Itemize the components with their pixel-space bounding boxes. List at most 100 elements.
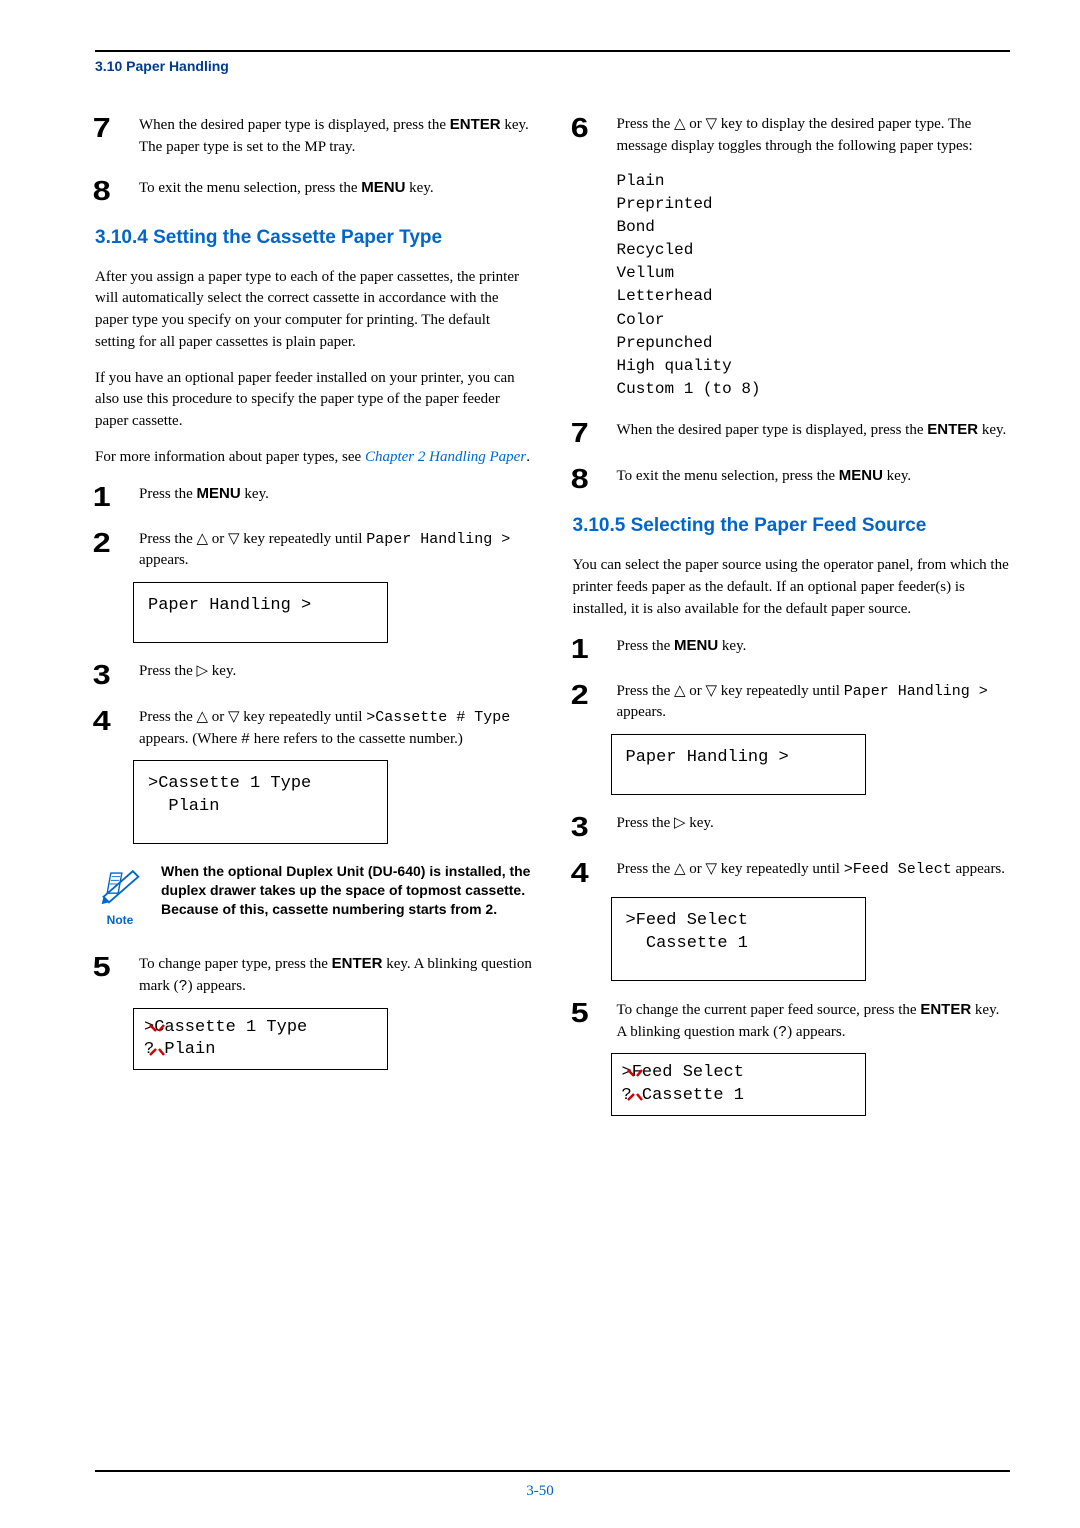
left-column: 7 When the desired paper type is display… <box>95 114 533 1134</box>
step-text: To exit the menu selection, press the ME… <box>139 177 434 205</box>
key-label: ENTER <box>920 1001 971 1018</box>
mono-text: Paper Handling > <box>366 531 510 548</box>
lcd-display-blinking: >Feed Select ? Cassette 1 <box>611 1053 866 1115</box>
step-text: Press the △ or ▽ key repeatedly until Pa… <box>139 529 533 573</box>
step-number: 4 <box>93 707 128 751</box>
step-text: To change paper type, press the ENTER ke… <box>139 953 533 998</box>
step-text: When the desired paper type is displayed… <box>617 419 1007 447</box>
step-7: 7 When the desired paper type is display… <box>573 419 1011 447</box>
step-text: Press the ▷ key. <box>139 661 236 689</box>
step-number: 5 <box>570 999 605 1044</box>
text: Press the <box>139 486 197 502</box>
paper-type-list: Plain Preprinted Bond Recycled Vellum Le… <box>617 170 1011 402</box>
top-rule <box>95 50 1010 52</box>
step-text: To change the current paper feed source,… <box>617 999 1011 1044</box>
step-number: 8 <box>93 177 128 205</box>
text: Press the <box>617 638 675 654</box>
text: appears. <box>139 552 189 568</box>
key-label: MENU <box>197 485 241 502</box>
mono-text: >Feed Select <box>844 861 952 878</box>
step-number: 3 <box>93 661 128 689</box>
step-text: Press the △ or ▽ key repeatedly until Pa… <box>617 681 1011 725</box>
step-number: 2 <box>93 529 128 573</box>
text: When the desired paper type is displayed… <box>139 117 450 133</box>
note-block: Note When the optional Duplex Unit (DU-6… <box>95 862 533 927</box>
step-text: Press the ▷ key. <box>617 813 714 841</box>
text: appears. (Where <box>139 731 241 747</box>
text: ) appears. <box>787 1024 845 1040</box>
text: appears. <box>617 704 667 720</box>
step-number: 7 <box>93 114 128 159</box>
step-number: 3 <box>570 813 605 841</box>
step-text: To exit the menu selection, press the ME… <box>617 465 912 493</box>
step-8: 8 To exit the menu selection, press the … <box>95 177 533 205</box>
key-label: MENU <box>839 467 883 484</box>
key-label: ENTER <box>332 955 383 972</box>
paragraph: If you have an optional paper feeder ins… <box>95 368 533 433</box>
lcd-display: Paper Handling > <box>611 734 866 795</box>
lcd-display: >Cassette 1 Type Plain <box>133 760 388 844</box>
text: key. <box>241 486 269 502</box>
note-text: When the optional Duplex Unit (DU-640) i… <box>161 862 533 919</box>
step-number: 7 <box>570 419 605 447</box>
text: . <box>526 449 530 465</box>
text: Press the △ or ▽ key repeatedly until <box>139 709 366 725</box>
display-line: >Feed Select <box>622 1062 855 1084</box>
mono-text: >Cassette # Type <box>366 709 510 726</box>
display-line: ? Cassette 1 <box>622 1085 855 1107</box>
step-2: 2 Press the △ or ▽ key repeatedly until … <box>573 681 1011 725</box>
step-number: 1 <box>93 483 128 511</box>
step-number: 2 <box>570 681 605 725</box>
breadcrumb: 3.10 Paper Handling <box>95 58 1010 74</box>
lcd-display: Paper Handling > <box>133 582 388 643</box>
text: To change the current paper feed source,… <box>617 1002 921 1018</box>
key-label: MENU <box>361 179 405 196</box>
step-3: 3 Press the ▷ key. <box>95 661 533 689</box>
key-label: ENTER <box>450 116 501 133</box>
text: key. <box>405 180 433 196</box>
mono-text: ? <box>778 1024 787 1041</box>
bottom-rule <box>95 1470 1010 1472</box>
key-label: ENTER <box>927 421 978 438</box>
page-number: 3-50 <box>0 1483 1080 1500</box>
step-number: 1 <box>570 635 605 663</box>
step-text: Press the △ or ▽ key repeatedly until >C… <box>139 707 533 751</box>
step-4: 4 Press the △ or ▽ key repeatedly until … <box>573 859 1011 887</box>
step-2: 2 Press the △ or ▽ key repeatedly until … <box>95 529 533 573</box>
paragraph: After you assign a paper type to each of… <box>95 267 533 354</box>
lcd-display-blinking: >Cassette 1 Type ? Plain <box>133 1008 388 1070</box>
step-number: 8 <box>570 465 605 493</box>
text: Press the △ or ▽ key repeatedly until <box>139 531 366 547</box>
step-6: 6 Press the △ or ▽ key to display the de… <box>573 114 1011 158</box>
text: key. <box>718 638 746 654</box>
step-text: Press the MENU key. <box>617 635 747 663</box>
step-1: 1 Press the MENU key. <box>95 483 533 511</box>
step-1: 1 Press the MENU key. <box>573 635 1011 663</box>
step-8: 8 To exit the menu selection, press the … <box>573 465 1011 493</box>
text: When the desired paper type is displayed… <box>617 422 928 438</box>
text: key. <box>978 422 1006 438</box>
step-number: 4 <box>570 859 605 887</box>
step-text: When the desired paper type is displayed… <box>139 114 533 159</box>
text: appears. <box>952 861 1005 877</box>
heading-3-10-4: 3.10.4 Setting the Cassette Paper Type <box>95 227 533 249</box>
paragraph: For more information about paper types, … <box>95 447 533 469</box>
step-number: 6 <box>570 114 605 158</box>
text: For more information about paper types, … <box>95 449 365 465</box>
display-line: >Cassette 1 Type <box>144 1017 377 1039</box>
step-number: 5 <box>93 953 128 998</box>
link-chapter-2[interactable]: Chapter 2 Handling Paper <box>365 449 526 465</box>
key-label: MENU <box>674 637 718 654</box>
step-3: 3 Press the ▷ key. <box>573 813 1011 841</box>
display-line: ? Plain <box>144 1039 377 1061</box>
heading-3-10-5: 3.10.5 Selecting the Paper Feed Source <box>573 515 1011 537</box>
text: here refers to the cassette number.) <box>250 731 463 747</box>
step-5: 5 To change the current paper feed sourc… <box>573 999 1011 1044</box>
right-column: 6 Press the △ or ▽ key to display the de… <box>573 114 1011 1134</box>
text: To exit the menu selection, press the <box>139 180 361 196</box>
step-4: 4 Press the △ or ▽ key repeatedly until … <box>95 707 533 751</box>
text: To exit the menu selection, press the <box>617 468 839 484</box>
text: To change paper type, press the <box>139 956 332 972</box>
text: Press the △ or ▽ key repeatedly until <box>617 683 844 699</box>
text: ) appears. <box>188 978 246 994</box>
